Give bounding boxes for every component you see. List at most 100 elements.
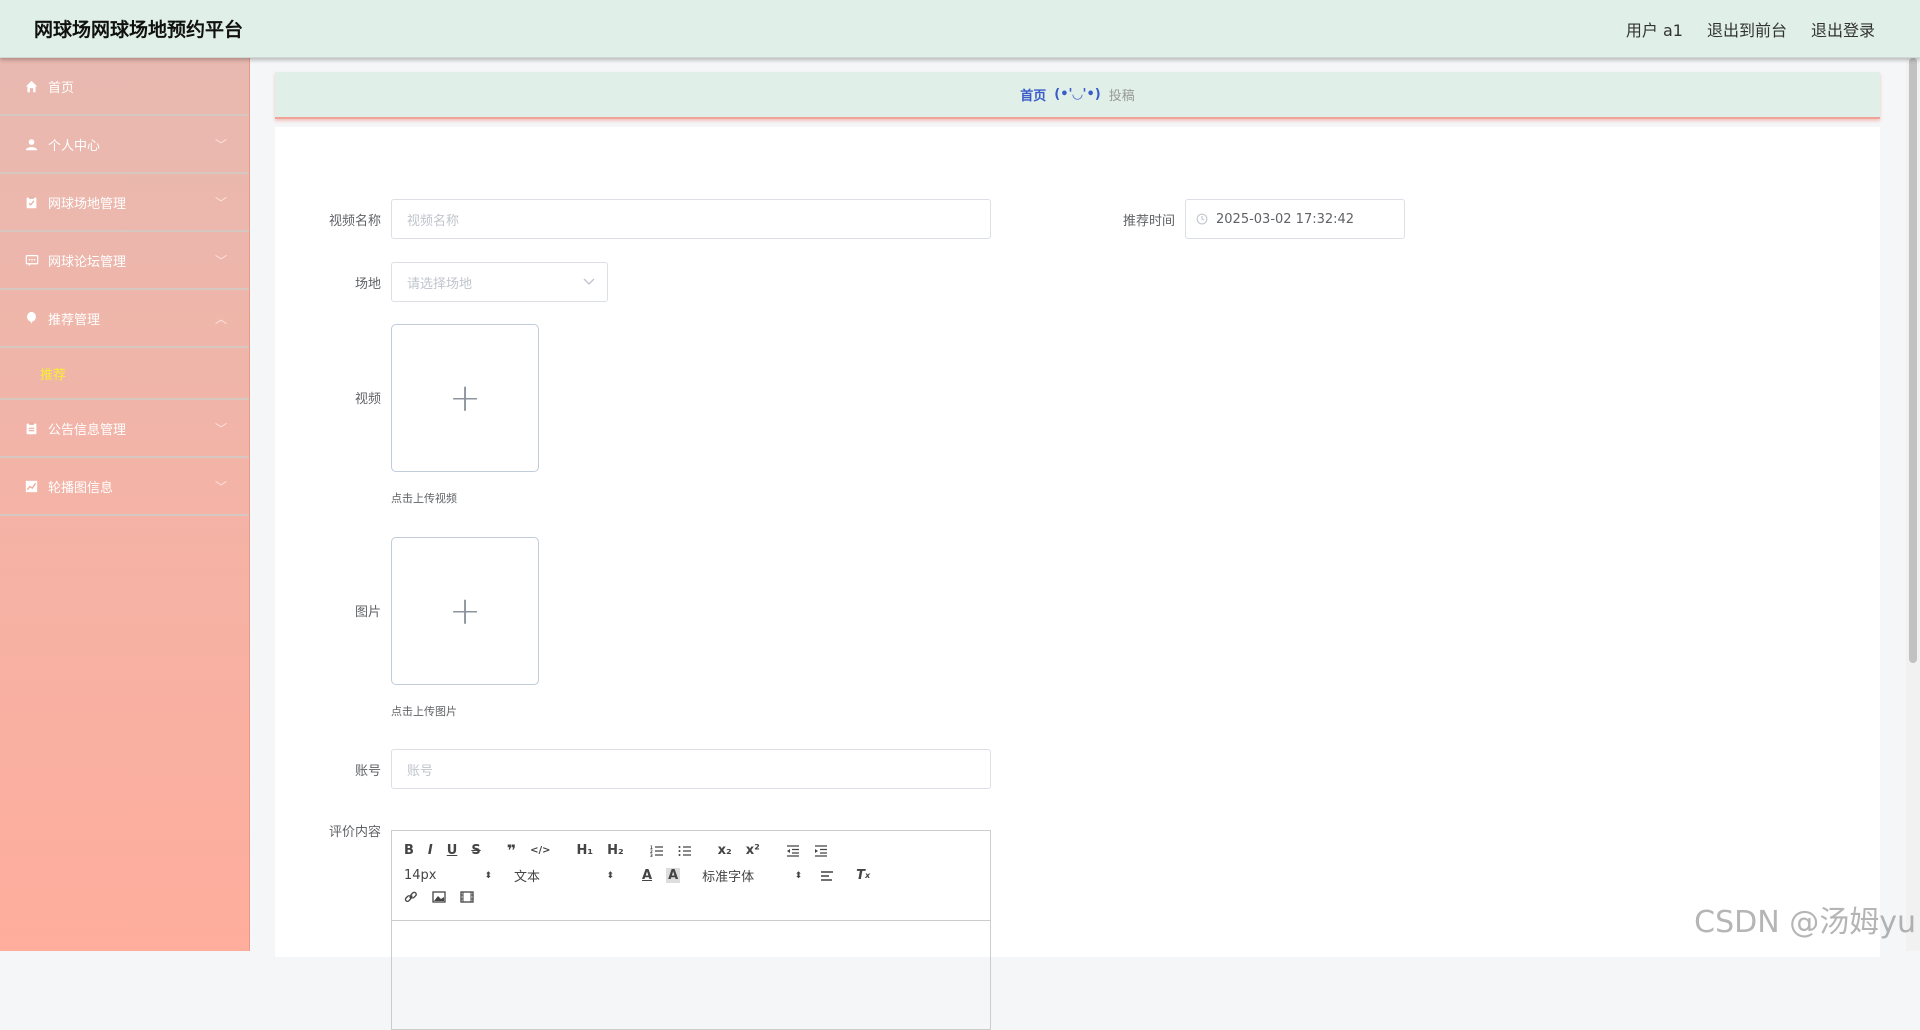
sidebar-item-label: 个人中心 [48,135,100,154]
video-icon[interactable] [460,891,474,903]
clipboard-icon [24,195,39,210]
venue-select[interactable]: 请选择场地 [391,262,608,302]
form-card: 视频名称 视频名称 推荐时间 2025-03-02 17:32:42 场地 请选… [275,127,1880,957]
image-icon[interactable] [432,891,446,903]
chevron-down-icon [583,278,595,286]
toolbar-row-1: B I U S ❞ </> H₁ H₂ 123 x₂ x² [404,841,842,860]
sidebar-item-label: 轮播图信息 [48,477,113,496]
italic-button[interactable]: I [428,843,433,858]
video-label: 视频 [291,388,381,407]
header-2-button[interactable]: H₂ [607,843,624,858]
sidebar: 首页 个人中心 ﹀ 网球场地管理 ﹀ 网球论坛管理 ﹀ 推荐管理 ︿ 推荐 公 [0,58,250,951]
watermark-text: CSDN @汤姆yu [1694,897,1916,941]
image-label: 图片 [291,601,381,620]
sidebar-item-label: 推荐管理 [48,309,100,328]
sidebar-item-carousel-info[interactable]: 轮播图信息 ﹀ [0,458,249,516]
logout-link[interactable]: 退出登录 [1811,17,1875,41]
font-family-select[interactable]: 标准字体 ⬍ [702,866,802,885]
strike-button[interactable]: S [471,843,480,858]
sidebar-item-notice-management[interactable]: 公告信息管理 ﹀ [0,400,249,458]
balloon-icon [24,311,39,326]
background-color-icon[interactable]: A [666,868,680,883]
recommend-time-label: 推荐时间 [1085,210,1175,229]
video-name-label: 视频名称 [291,210,381,229]
chevron-down-icon: ﹀ [215,136,227,153]
block-type-value: 文本 [514,866,540,885]
main-content: 首页 (•'◡'•) 投稿 视频名称 视频名称 推荐时间 2025-03-02 … [250,58,1920,951]
bullet-list-icon[interactable] [678,845,692,857]
chat-icon [24,253,39,268]
breadcrumb-home-link[interactable]: 首页 [1020,85,1046,104]
sidebar-item-recommend-management[interactable]: 推荐管理 ︿ [0,290,249,348]
chevron-down-icon: ﹀ [215,252,227,269]
code-icon[interactable]: </> [530,845,550,856]
sidebar-item-court-management[interactable]: 网球场地管理 ﹀ [0,174,249,232]
sidebar-subitem-label: 推荐 [40,364,66,383]
video-name-input[interactable]: 视频名称 [391,199,991,239]
chevron-down-icon: ﹀ [215,420,227,437]
exit-to-front-link[interactable]: 退出到前台 [1707,17,1787,41]
text-color-icon[interactable]: A [642,868,652,883]
toolbar-row-2: 14px ⬍ 文本 ⬍ A A 标准字体 ⬍ [404,866,884,885]
sidebar-item-forum-management[interactable]: 网球论坛管理 ﹀ [0,232,249,290]
font-size-value: 14px [404,868,437,883]
chevron-down-icon: ﹀ [215,478,227,495]
breadcrumb: 首页 (•'◡'•) 投稿 [275,72,1880,119]
account-input[interactable]: 账号 [391,749,991,789]
venue-label: 场地 [291,273,381,292]
link-icon[interactable] [404,890,418,904]
superscript-button[interactable]: x² [746,843,760,858]
blockquote-icon[interactable]: ❞ [507,841,516,860]
notice-icon [24,421,39,436]
breadcrumb-separator: (•'◡'•) [1054,87,1100,102]
editor-content-area[interactable] [392,921,990,1029]
sidebar-item-label: 首页 [48,77,74,96]
plus-icon: + [449,379,481,417]
chevron-down-icon: ﹀ [215,194,227,211]
header-actions: 用户 a1 退出到前台 退出登录 [1602,17,1875,41]
image-upload-hint: 点击上传图片 [391,703,457,719]
outdent-icon[interactable] [786,845,800,857]
sidebar-subitem-recommend[interactable]: 推荐 [0,348,249,400]
breadcrumb-current: 投稿 [1109,85,1135,104]
select-arrows-icon: ⬍ [795,871,803,881]
current-user-label: 用户 a1 [1626,17,1683,41]
sidebar-item-label: 网球论坛管理 [48,251,126,270]
sidebar-item-home[interactable]: 首页 [0,58,249,116]
font-size-select[interactable]: 14px ⬍ [404,868,492,883]
subscript-button[interactable]: x₂ [718,843,732,858]
user-icon [24,137,39,152]
clock-icon [1196,213,1208,225]
image-upload-box[interactable]: + [391,537,539,685]
home-icon [24,79,39,94]
recommend-time-picker[interactable]: 2025-03-02 17:32:42 [1185,199,1405,239]
clear-format-icon[interactable]: Tx [856,868,870,883]
align-icon[interactable] [820,870,834,882]
sidebar-item-personal-center[interactable]: 个人中心 ﹀ [0,116,249,174]
toolbar-row-3 [404,890,488,904]
sidebar-item-label: 公告信息管理 [48,419,126,438]
bold-button[interactable]: B [404,843,414,858]
account-label: 账号 [291,760,381,779]
select-arrows-icon: ⬍ [606,871,614,881]
page-scrollbar[interactable] [1906,58,1920,951]
ordered-list-icon[interactable]: 123 [650,845,664,857]
scrollbar-thumb[interactable] [1909,58,1917,663]
recommend-time-value: 2025-03-02 17:32:42 [1216,212,1354,227]
editor-toolbar: B I U S ❞ </> H₁ H₂ 123 x₂ x² [392,831,990,921]
underline-button[interactable]: U [447,843,458,858]
svg-text:3: 3 [650,853,653,857]
plus-icon: + [449,592,481,630]
sidebar-item-label: 网球场地管理 [48,193,126,212]
header-1-button[interactable]: H₁ [577,843,594,858]
top-header: 网球场网球场地预约平台 用户 a1 退出到前台 退出登录 [0,0,1920,58]
font-family-value: 标准字体 [702,866,754,885]
select-arrows-icon: ⬍ [484,871,492,881]
block-type-select[interactable]: 文本 ⬍ [514,866,614,885]
chart-icon [24,479,39,494]
video-upload-hint: 点击上传视频 [391,490,457,506]
venue-select-placeholder: 请选择场地 [407,273,472,292]
indent-icon[interactable] [814,845,828,857]
video-upload-box[interactable]: + [391,324,539,472]
rich-text-editor: B I U S ❞ </> H₁ H₂ 123 x₂ x² [391,830,991,1030]
